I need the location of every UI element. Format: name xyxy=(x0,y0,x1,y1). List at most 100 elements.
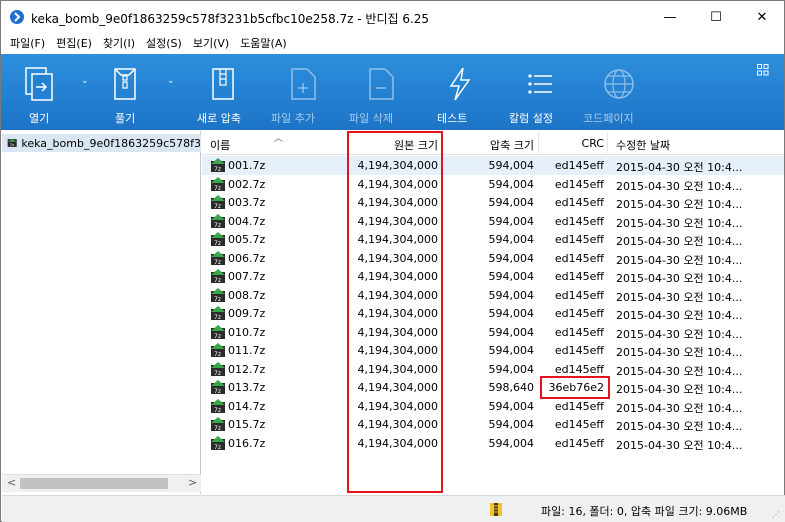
menu-settings[interactable]: 설정(S) xyxy=(146,33,182,53)
archive-7z-icon: 7z xyxy=(7,139,17,147)
svg-text:7z: 7z xyxy=(214,277,221,284)
svg-text:7z: 7z xyxy=(214,314,221,321)
folder-tree: 7z keka_bomb_9e0f1863259c578f3 xyxy=(2,131,201,494)
file-crc: ed145eff xyxy=(554,214,604,228)
title-bar[interactable]: keka_bomb_9e0f1863259c578f3231b5cfbc10e2… xyxy=(1,1,784,33)
menu-edit[interactable]: 편집(E) xyxy=(56,33,92,53)
table-row[interactable]: 7z 004.7z 4,194,304,000 594,004 ed145eff 2015… xyxy=(202,212,784,231)
open-dropdown-icon[interactable]: ⌄ xyxy=(81,76,89,86)
archive-7z-icon: 7z xyxy=(211,343,225,358)
extract-button[interactable]: 풀기 xyxy=(103,54,147,130)
file-modified-date: 2015-04-30 오전 10:4... xyxy=(616,198,743,211)
svg-text:7z: 7z xyxy=(214,333,221,340)
test-button[interactable]: 테스트 xyxy=(437,54,477,130)
file-compressed-size: 598,640 xyxy=(488,381,535,394)
archive-7z-icon: 7z xyxy=(211,176,225,192)
extract-dropdown-icon[interactable]: ⌄ xyxy=(167,76,175,86)
file-name: 007.7z xyxy=(228,270,266,283)
file-name: 005.7z xyxy=(228,233,266,246)
list-icon xyxy=(528,74,552,94)
table-row[interactable]: 7z 016.7z 4,194,304,000 594,004 ed145eff 2015… xyxy=(202,434,784,453)
status-text: 파일: 16, 폴더: 0, 압축 파일 크기: 9.06MB xyxy=(541,505,748,518)
archive-status-icon xyxy=(490,503,502,516)
file-crc: ed145eff xyxy=(554,196,604,209)
file-name: 001.7z xyxy=(228,159,266,172)
file-name: 011.7z xyxy=(228,344,266,357)
delete-file-icon xyxy=(368,68,394,100)
column-header-compressed-size[interactable]: 압축 크기 xyxy=(490,137,534,153)
file-crc: ed145eff xyxy=(554,362,604,376)
file-modified-date: 2015-04-30 오전 10:4... xyxy=(616,383,743,396)
archive-7z-icon: 7z xyxy=(211,306,225,321)
table-row[interactable]: 7z 003.7z 4,194,304,000 594,004 ed145eff 2015… xyxy=(202,193,784,212)
file-modified-date: 2015-04-30 오전 10:4... xyxy=(616,327,743,341)
table-row[interactable]: 7z 011.7z 4,194,304,000 594,004 ed145eff 2015… xyxy=(202,341,784,360)
table-row[interactable]: 7z 012.7z 4,194,304,000 594,004 ed145eff 2015… xyxy=(202,360,784,379)
window-title: keka_bomb_9e0f1863259c578f3231b5cfbc10e2… xyxy=(31,12,430,26)
file-compressed-size: 594,004 xyxy=(488,436,535,450)
column-settings-label: 칼럼 설정 xyxy=(509,112,553,125)
maximize-button[interactable]: ☐ xyxy=(693,1,739,33)
svg-text:7z: 7z xyxy=(214,407,221,414)
file-compressed-size: 594,004 xyxy=(488,270,535,283)
file-modified-date: 2015-04-30 오전 10:4... xyxy=(616,364,743,378)
file-name: 008.7z xyxy=(228,288,266,302)
table-row[interactable]: 7z 005.7z 4,194,304,000 594,004 ed145eff 2015… xyxy=(202,230,784,249)
layout-grid-icon[interactable] xyxy=(757,64,769,76)
menu-view[interactable]: 보기(V) xyxy=(193,33,229,53)
file-rows: 7z 001.7z 4,194,304,000 594,004 ed145eff 2015… xyxy=(202,156,784,452)
file-name: 004.7z xyxy=(228,214,266,228)
open-button[interactable]: 열기 xyxy=(17,54,61,130)
table-row[interactable]: 7z 007.7z 4,194,304,000 594,004 ed145eff 2015… xyxy=(202,267,784,286)
table-row[interactable]: 7z 015.7z 4,194,304,000 594,004 ed145eff 2015… xyxy=(202,415,784,434)
scroll-right-icon[interactable]: > xyxy=(188,476,197,489)
column-header-crc[interactable]: CRC xyxy=(582,137,604,150)
column-header-name[interactable]: 이름 xyxy=(210,137,230,153)
tree-item-label: keka_bomb_9e0f1863259c578f3 xyxy=(21,136,201,150)
column-separator xyxy=(538,133,539,153)
table-row[interactable]: 7z 010.7z 4,194,304,000 594,004 ed145eff 2015… xyxy=(202,323,784,342)
file-compressed-size: 594,004 xyxy=(488,196,535,209)
menu-find[interactable]: 찾기(I) xyxy=(103,33,135,53)
menu-file[interactable]: 파일(F) xyxy=(10,33,45,53)
tree-item-archive-root[interactable]: 7z keka_bomb_9e0f1863259c578f3 xyxy=(2,134,201,152)
file-crc: ed145eff xyxy=(554,270,604,283)
table-row[interactable]: 7z 009.7z 4,194,304,000 594,004 ed145eff 2015… xyxy=(202,304,784,323)
table-row[interactable]: 7z 008.7z 4,194,304,000 594,004 ed145eff 2015… xyxy=(202,286,784,305)
file-compressed-size: 594,004 xyxy=(488,362,535,376)
tree-horizontal-scrollbar[interactable]: < > xyxy=(2,474,201,492)
file-modified-date: 2015-04-30 오전 10:4... xyxy=(616,161,743,174)
archive-7z-icon: 7z xyxy=(211,195,225,210)
file-compressed-size: 594,004 xyxy=(488,177,535,191)
file-crc: ed145eff xyxy=(554,418,604,431)
highlight-original-size-column xyxy=(347,131,443,493)
table-row[interactable]: 7z 002.7z 4,194,304,000 594,004 ed145eff 2015… xyxy=(202,175,784,194)
table-row[interactable]: 7z 014.7z 4,194,304,000 594,004 ed145eff 2015… xyxy=(202,397,784,416)
sort-ascending-icon: ︿ xyxy=(274,134,284,144)
archive-7z-icon: 7z xyxy=(211,417,225,432)
status-bar: 파일: 16, 폴더: 0, 압축 파일 크기: 9.06MB ⋰ xyxy=(2,495,785,522)
archive-7z-icon: 7z xyxy=(211,213,225,229)
menu-help[interactable]: 도움말(A) xyxy=(240,33,286,53)
file-name: 009.7z xyxy=(228,307,266,320)
close-button[interactable]: ✕ xyxy=(739,1,785,33)
column-header-modified[interactable]: 수정한 날짜 xyxy=(616,137,670,153)
delete-file-button[interactable]: 파일 삭제 xyxy=(349,54,403,130)
resize-grip-icon[interactable]: ⋰ xyxy=(772,510,780,519)
add-file-button[interactable]: 파일 추가 xyxy=(271,54,325,130)
add-file-icon xyxy=(290,68,316,100)
column-settings-button[interactable]: 칼럼 설정 xyxy=(509,54,561,130)
table-row[interactable]: 7z 001.7z 4,194,304,000 594,004 ed145eff 2015… xyxy=(202,156,784,175)
table-row[interactable]: 7z 006.7z 4,194,304,000 594,004 ed145eff 2015… xyxy=(202,249,784,268)
codepage-button[interactable]: 코드페이지 xyxy=(583,54,641,130)
scroll-left-icon[interactable]: < xyxy=(7,476,16,489)
file-crc: ed145eff xyxy=(554,288,604,302)
new-archive-icon xyxy=(212,68,234,100)
archive-7z-icon: 7z xyxy=(211,361,225,377)
table-row[interactable]: 7z 013.7z 4,194,304,000 598,640 36eb76e2 2015… xyxy=(202,378,784,397)
archive-7z-icon: 7z xyxy=(211,435,225,451)
new-archive-button[interactable]: 새로 압축 xyxy=(197,54,247,130)
minimize-button[interactable]: — xyxy=(647,1,693,33)
bandizip-logo-icon xyxy=(10,10,24,24)
scrollbar-thumb[interactable] xyxy=(20,478,168,489)
